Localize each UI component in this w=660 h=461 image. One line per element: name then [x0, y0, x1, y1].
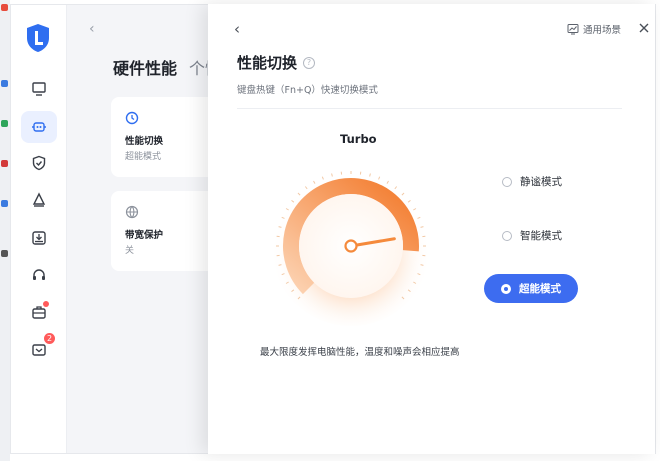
notification-badge: 2: [44, 333, 55, 344]
card-subtitle: 关: [125, 246, 135, 256]
sidebar-item-gifts[interactable]: 2: [21, 333, 57, 365]
gauge-mode-label: Turbo: [340, 132, 377, 146]
performance-gauge: [271, 166, 431, 326]
notification-dot: [43, 301, 49, 307]
app-logo-icon: [27, 24, 49, 52]
desktop-icon: [1, 80, 8, 87]
desktop-icon: [1, 120, 8, 127]
desktop-icon: [1, 200, 8, 207]
card-bandwidth-protection[interactable]: 带宽保护 关: [111, 191, 221, 271]
close-icon[interactable]: [639, 23, 649, 33]
desktop-edge: [0, 0, 10, 461]
monitor-icon: [32, 82, 46, 96]
desktop-icon: [1, 250, 8, 257]
headset-icon: [33, 269, 45, 280]
download-box-icon: [32, 231, 46, 245]
mode-smart-label: 智能模式: [520, 230, 562, 242]
scene-button[interactable]: 通用场景: [567, 22, 621, 36]
gift-icon: [32, 344, 46, 356]
gauge-hub: [344, 239, 358, 253]
desktop-icon: [1, 4, 8, 11]
sidebar-item-cleanup[interactable]: [21, 184, 57, 216]
hotkey-hint: 键盘热键（Fn+Q）快速切换模式: [237, 85, 378, 96]
scene-chart-icon: [567, 24, 579, 35]
sidebar-item-device[interactable]: [21, 73, 57, 105]
help-icon[interactable]: ?: [303, 56, 316, 69]
mode-quiet[interactable]: 静谧模式: [502, 174, 562, 189]
cleaner-icon: [32, 192, 46, 207]
card-performance-switch[interactable]: 性能切换 超能模式: [111, 97, 221, 177]
mode-quiet-label: 静谧模式: [520, 176, 562, 188]
chip-icon: [32, 122, 46, 132]
radio-smart[interactable]: [502, 230, 512, 241]
divider: [237, 108, 622, 109]
performance-drawer: ‹ 通用场景 性能切换 ? 键盘热键（Fn+Q）快速切换模式 Turbo 静谧模…: [208, 4, 655, 454]
screen: 2 ‹ 硬件性能 个性 性能切换 超能模式 带宽保护 关 ‹ 通用场景 性能切换…: [0, 0, 660, 461]
card-subtitle: 超能模式: [125, 152, 162, 162]
mode-turbo-label: 超能模式: [519, 283, 561, 295]
mode-smart[interactable]: 智能模式: [502, 228, 562, 243]
radio-quiet[interactable]: [502, 176, 512, 187]
desktop-icon: [1, 160, 8, 167]
drawer-back-button[interactable]: ‹: [234, 20, 240, 38]
sidebar-item-downloads[interactable]: [21, 222, 57, 254]
clock-icon: [125, 111, 139, 125]
scene-label: 通用场景: [582, 25, 621, 36]
radio-turbo-selected[interactable]: [501, 283, 511, 294]
card-title: 性能切换: [125, 136, 164, 147]
sidebar: 2: [11, 5, 67, 453]
sidebar-item-toolbox[interactable]: [21, 296, 57, 328]
page-title: 硬件性能: [113, 59, 178, 78]
drawer-title: 性能切换 ?: [237, 52, 316, 73]
card-title: 带宽保护: [125, 230, 164, 241]
sidebar-item-support[interactable]: [21, 259, 57, 291]
mode-turbo-button[interactable]: 超能模式: [484, 274, 578, 303]
drawer-title-text: 性能切换: [237, 54, 298, 72]
back-button[interactable]: ‹: [89, 21, 95, 37]
shield-check-icon: [32, 155, 46, 171]
sidebar-item-security[interactable]: [21, 147, 57, 179]
globe-icon: [125, 205, 139, 219]
sidebar-item-hardware[interactable]: [21, 111, 57, 143]
mode-description: 最大限度发挥电脑性能，温度和噪声会相应提高: [260, 347, 460, 358]
